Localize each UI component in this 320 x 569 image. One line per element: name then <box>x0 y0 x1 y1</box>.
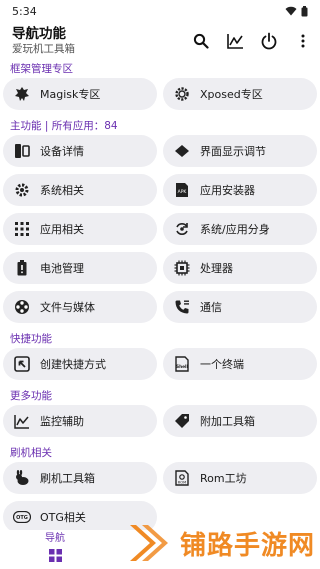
section-framework: 框架管理专区 <box>10 63 73 75</box>
card-label: 系统相关 <box>40 184 84 197</box>
more-menu-button[interactable] <box>286 24 320 58</box>
card-label: Magisk专区 <box>40 88 101 101</box>
create-shortcut-card[interactable]: 创建快捷方式 <box>3 348 157 380</box>
card-row: 设备详情 界面显示调节 <box>0 135 320 174</box>
apps-grid-icon <box>15 222 29 236</box>
shell-badge-text: Shell <box>176 364 189 370</box>
card-label: Rom工坊 <box>200 472 247 485</box>
section-shortcut: 快捷功能 <box>10 333 52 345</box>
shortcut-arrow-icon <box>14 356 30 372</box>
xposed-card[interactable]: Xposed专区 <box>163 78 317 110</box>
extra-toolbox-card[interactable]: 附加工具箱 <box>163 405 317 437</box>
flash-toolbox-card[interactable]: 刷机工具箱 <box>3 462 157 494</box>
card-label: 电池管理 <box>40 262 84 275</box>
card-label: 应用相关 <box>40 223 84 236</box>
otg-badge-text: OTG <box>16 515 28 521</box>
card-label: 刷机工具箱 <box>40 472 95 485</box>
nav-item-home[interactable]: 导航 <box>38 533 72 566</box>
watermark-logo-icon <box>130 525 168 561</box>
media-reel-icon <box>15 300 29 314</box>
battery-card[interactable]: 电池管理 <box>3 252 157 284</box>
card-label: 处理器 <box>200 262 233 275</box>
communication-card[interactable]: 通信 <box>163 291 317 323</box>
installer-card[interactable]: APK 应用安装器 <box>163 174 317 206</box>
battery-icon <box>301 5 308 16</box>
files-media-card[interactable]: 文件与媒体 <box>3 291 157 323</box>
tag-icon <box>175 414 189 428</box>
section-main: 主功能 | 所有应用：84 <box>10 120 118 132</box>
settings-gear-icon <box>15 183 29 197</box>
card-label: Xposed专区 <box>200 88 263 101</box>
monitor-chart-icon <box>14 414 29 429</box>
card-row: 电池管理 处理器 <box>0 252 320 291</box>
section-flash: 刷机相关 <box>10 447 52 459</box>
card-label: 应用安装器 <box>200 184 255 197</box>
app-bar-actions <box>184 24 320 58</box>
watermark: 铺路手游网 <box>128 521 315 565</box>
status-time: 5:34 <box>12 4 37 18</box>
card-label: 界面显示调节 <box>200 145 266 158</box>
card-label: 一个终端 <box>200 358 244 371</box>
nav-label: 导航 <box>45 533 65 544</box>
section-more: 更多功能 <box>10 390 52 402</box>
apps-card[interactable]: 应用相关 <box>3 213 157 245</box>
clone-sync-icon <box>176 223 188 235</box>
card-label: 创建快捷方式 <box>40 358 106 371</box>
more-vert-icon <box>301 34 305 48</box>
monitor-assist-card[interactable]: 监控辅助 <box>3 405 157 437</box>
magisk-card[interactable]: Magisk专区 <box>3 78 157 110</box>
magisk-icon <box>15 87 29 101</box>
rabbit-icon <box>16 470 29 485</box>
otg-icon: OTG <box>13 511 31 523</box>
rom-badge-text: ROM <box>178 481 186 485</box>
search-button[interactable] <box>184 24 218 58</box>
display-tuning-card[interactable]: 界面显示调节 <box>163 135 317 167</box>
display-diamond-icon <box>175 145 189 157</box>
card-row: 文件与媒体 通信 <box>0 291 320 330</box>
card-label: 监控辅助 <box>40 415 84 428</box>
card-label: 系统/应用分身 <box>200 223 270 236</box>
card-row: Magisk专区 Xposed专区 <box>0 78 320 117</box>
watermark-text: 铺路手游网 <box>180 530 316 561</box>
card-row: 创建快捷方式 Shell 一个终端 <box>0 348 320 387</box>
cpu-card[interactable]: 处理器 <box>163 252 317 284</box>
card-label: 通信 <box>200 301 222 314</box>
power-icon <box>261 32 277 50</box>
status-icons <box>285 5 308 17</box>
cpu-chip-icon <box>174 260 190 276</box>
clone-card[interactable]: 系统/应用分身 <box>163 213 317 245</box>
status-bar: 5:34 <box>0 0 320 22</box>
power-button[interactable] <box>252 24 286 58</box>
card-label: 文件与媒体 <box>40 301 95 314</box>
line-chart-icon <box>226 34 243 49</box>
function-list[interactable]: 框架管理专区 Magisk专区 Xposed专区 主功能 | 所有应用：84 设… <box>0 60 320 530</box>
dashboard-icon <box>48 549 62 562</box>
card-row: 系统相关 APK 应用安装器 <box>0 174 320 213</box>
search-icon <box>193 33 209 49</box>
card-row: 监控辅助 附加工具箱 <box>0 405 320 444</box>
page-subtitle: 爱玩机工具箱 <box>12 43 75 55</box>
app-bar: 导航功能 爱玩机工具箱 <box>0 22 320 60</box>
apk-badge-text: APK <box>178 189 188 195</box>
device-info-card[interactable]: 设备详情 <box>3 135 157 167</box>
card-label: OTG相关 <box>40 511 86 524</box>
page-title: 导航功能 <box>12 26 66 42</box>
terminal-card[interactable]: Shell 一个终端 <box>163 348 317 380</box>
app-bar-titles: 导航功能 爱玩机工具箱 <box>12 26 184 56</box>
rom-workshop-card[interactable]: ROM Rom工坊 <box>163 462 317 494</box>
card-label: 附加工具箱 <box>200 415 255 428</box>
rom-file-icon: ROM <box>175 470 189 486</box>
card-row: 刷机工具箱 ROM Rom工坊 <box>0 462 320 501</box>
apk-file-icon: APK <box>176 183 188 197</box>
shell-file-icon: Shell <box>175 356 189 372</box>
phone-tablet-icon <box>15 144 30 158</box>
wifi-icon <box>285 6 297 16</box>
xposed-gear-icon <box>175 87 189 101</box>
system-card[interactable]: 系统相关 <box>3 174 157 206</box>
card-label: 设备详情 <box>40 145 84 158</box>
phone-call-icon <box>175 300 189 314</box>
monitor-chart-button[interactable] <box>218 24 252 58</box>
battery-alert-icon <box>17 260 27 276</box>
card-row: 应用相关 系统/应用分身 <box>0 213 320 252</box>
